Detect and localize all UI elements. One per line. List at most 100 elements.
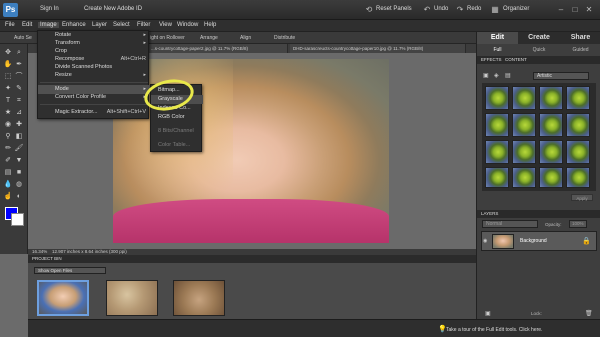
menu-image[interactable]: Image (38, 22, 59, 28)
menu-item-magic-extractor[interactable]: Magic Extractor... Alt+Shift+Ctrl+V (38, 108, 150, 117)
apply-effect-button[interactable]: Apply (571, 194, 593, 201)
effect-thumbnail[interactable] (485, 140, 509, 164)
menu-filter[interactable]: Filter (137, 22, 150, 28)
marquee-tool-icon[interactable]: ⬚ (3, 72, 13, 81)
effect-thumbnail[interactable] (512, 113, 536, 137)
shape-tool-icon[interactable]: ■ (14, 168, 24, 177)
effect-thumbnail[interactable] (566, 113, 590, 137)
layer-row-background[interactable]: ◉ Background 🔒 (481, 231, 597, 251)
bin-thumbnail-paper10[interactable] (173, 280, 225, 316)
tab-edit[interactable]: Edit (477, 32, 518, 44)
blur-tool-icon[interactable]: 💧 (3, 180, 13, 189)
photo-effects-icon[interactable]: ▤ (505, 72, 511, 79)
effect-thumbnail[interactable] (539, 140, 563, 164)
dodge-tool-icon[interactable]: ◐ (14, 192, 24, 201)
healing-brush-tool-icon[interactable]: ✚ (14, 120, 24, 129)
maximize-icon[interactable]: □ (570, 5, 580, 14)
redo-button[interactable]: Redo (467, 6, 481, 12)
tour-tip-link[interactable]: Take a tour of the Full Edit tools. Clic… (446, 327, 542, 333)
create-id-link[interactable]: Create New Adobe ID (84, 6, 142, 12)
menu-layer[interactable]: Layer (92, 22, 107, 28)
redo-icon[interactable]: ↷ (455, 5, 465, 14)
menu-select[interactable]: Select (113, 22, 130, 28)
opacity-input[interactable]: 100% (569, 220, 587, 228)
subtab-guided[interactable]: Guided (560, 45, 600, 55)
effect-thumbnail[interactable] (485, 113, 509, 137)
magic-wand-tool-icon[interactable]: ✦ (3, 84, 13, 93)
effect-thumbnail[interactable] (512, 167, 536, 188)
effect-thumbnail[interactable] (566, 140, 590, 164)
sponge-tool-icon[interactable]: ◍ (14, 180, 24, 189)
content-tab[interactable]: CONTENT (505, 57, 527, 62)
red-eye-tool-icon[interactable]: ◉ (3, 120, 13, 129)
effect-thumbnail[interactable] (539, 86, 563, 110)
filters-icon[interactable]: ▣ (483, 72, 489, 79)
menu-item-convert-color-profile[interactable]: Convert Color Profile ▸ (38, 93, 150, 102)
effect-thumbnail[interactable] (539, 167, 563, 188)
reset-panels-icon[interactable]: ⟲ (364, 5, 374, 14)
zoom-tool-icon[interactable]: ⌕ (14, 48, 24, 57)
zoom-level[interactable]: 16.34% (32, 249, 47, 254)
menu-window[interactable]: Window (177, 22, 198, 28)
background-color-swatch[interactable] (11, 213, 24, 226)
doc-tab-paper2[interactable]: ...s-countrycottage-paper2.jpg @ 11.7% (… (148, 44, 288, 53)
tab-create[interactable]: Create (518, 32, 560, 44)
distribute-dropdown[interactable]: Distribute (274, 35, 295, 41)
new-layer-icon[interactable]: ▣ (485, 310, 491, 317)
delete-layer-icon[interactable]: 🗑 (585, 310, 593, 317)
close-icon[interactable]: ✕ (584, 5, 594, 14)
crop-tool-icon[interactable]: ⌗ (14, 96, 24, 105)
highlight-rollover-checkbox[interactable]: ight on Rollover (150, 35, 185, 41)
menu-edit[interactable]: Edit (22, 22, 32, 28)
clone-stamp-tool-icon[interactable]: ⚲ (3, 132, 13, 141)
effect-thumbnail[interactable] (566, 167, 590, 188)
menu-enhance[interactable]: Enhance (62, 22, 86, 28)
quick-selection-tool-icon[interactable]: ✎ (14, 84, 24, 93)
mode-rgb-color[interactable]: RGB Color (151, 113, 203, 122)
hand-tool-icon[interactable]: ✋ (3, 60, 13, 69)
align-dropdown[interactable]: Align (240, 35, 251, 41)
effect-thumbnail[interactable] (566, 86, 590, 110)
straighten-tool-icon[interactable]: ⊿ (14, 108, 24, 117)
organizer-button[interactable]: Organizer (503, 6, 529, 12)
layer-styles-icon[interactable]: ◈ (494, 72, 499, 79)
smart-brush-tool-icon[interactable]: ✐ (3, 156, 13, 165)
type-tool-icon[interactable]: T (3, 96, 13, 105)
effect-thumbnail[interactable] (539, 113, 563, 137)
menu-view[interactable]: View (159, 22, 172, 28)
eyedropper-tool-icon[interactable]: ✒ (14, 60, 24, 69)
tab-share[interactable]: Share (560, 32, 600, 44)
bin-thumbnail-paper2[interactable] (106, 280, 158, 316)
reset-panels-button[interactable]: Reset Panels (376, 6, 412, 12)
effect-thumbnail[interactable] (512, 140, 536, 164)
sign-in-link[interactable]: Sign In (40, 6, 59, 12)
smudge-tool-icon[interactable]: ☝ (3, 192, 13, 201)
brush-tool-icon[interactable]: 🖌 (14, 144, 24, 153)
effect-thumbnail[interactable] (485, 167, 509, 188)
effects-tab[interactable]: EFFECTS (481, 57, 502, 62)
gradient-tool-icon[interactable]: ▤ (3, 168, 13, 177)
organizer-icon[interactable]: ▦ (490, 5, 500, 14)
menu-item-resize[interactable]: Resize ▸ (38, 71, 150, 80)
eraser-tool-icon[interactable]: ◧ (14, 132, 24, 141)
undo-icon[interactable]: ↶ (422, 5, 432, 14)
bin-thumbnail-child-photo[interactable] (37, 280, 89, 316)
blend-mode-dropdown[interactable]: Normal (482, 220, 538, 228)
undo-button[interactable]: Undo (434, 6, 448, 12)
subtab-full[interactable]: Full (477, 45, 518, 55)
minimize-icon[interactable]: – (556, 5, 566, 14)
effects-category-dropdown[interactable]: Artistic (533, 72, 589, 80)
effect-thumbnail[interactable] (485, 86, 509, 110)
bin-source-dropdown[interactable]: Show Open Files (34, 267, 106, 274)
auto-select-checkbox[interactable]: Auto Se (14, 35, 32, 41)
move-tool-icon[interactable]: ✥ (3, 48, 13, 57)
effect-thumbnail[interactable] (512, 86, 536, 110)
visibility-eye-icon[interactable]: ◉ (483, 238, 487, 244)
menu-file[interactable]: File (5, 22, 15, 28)
lasso-tool-icon[interactable]: ⌒ (14, 72, 24, 81)
subtab-quick[interactable]: Quick (518, 45, 560, 55)
paint-bucket-tool-icon[interactable]: ▼ (14, 156, 24, 165)
cookie-cutter-tool-icon[interactable]: ★ (3, 108, 13, 117)
arrange-dropdown[interactable]: Arrange (200, 35, 218, 41)
doc-tab-paper10[interactable]: DHD-sarascreucts-countrycottage-paper10.… (290, 44, 466, 53)
